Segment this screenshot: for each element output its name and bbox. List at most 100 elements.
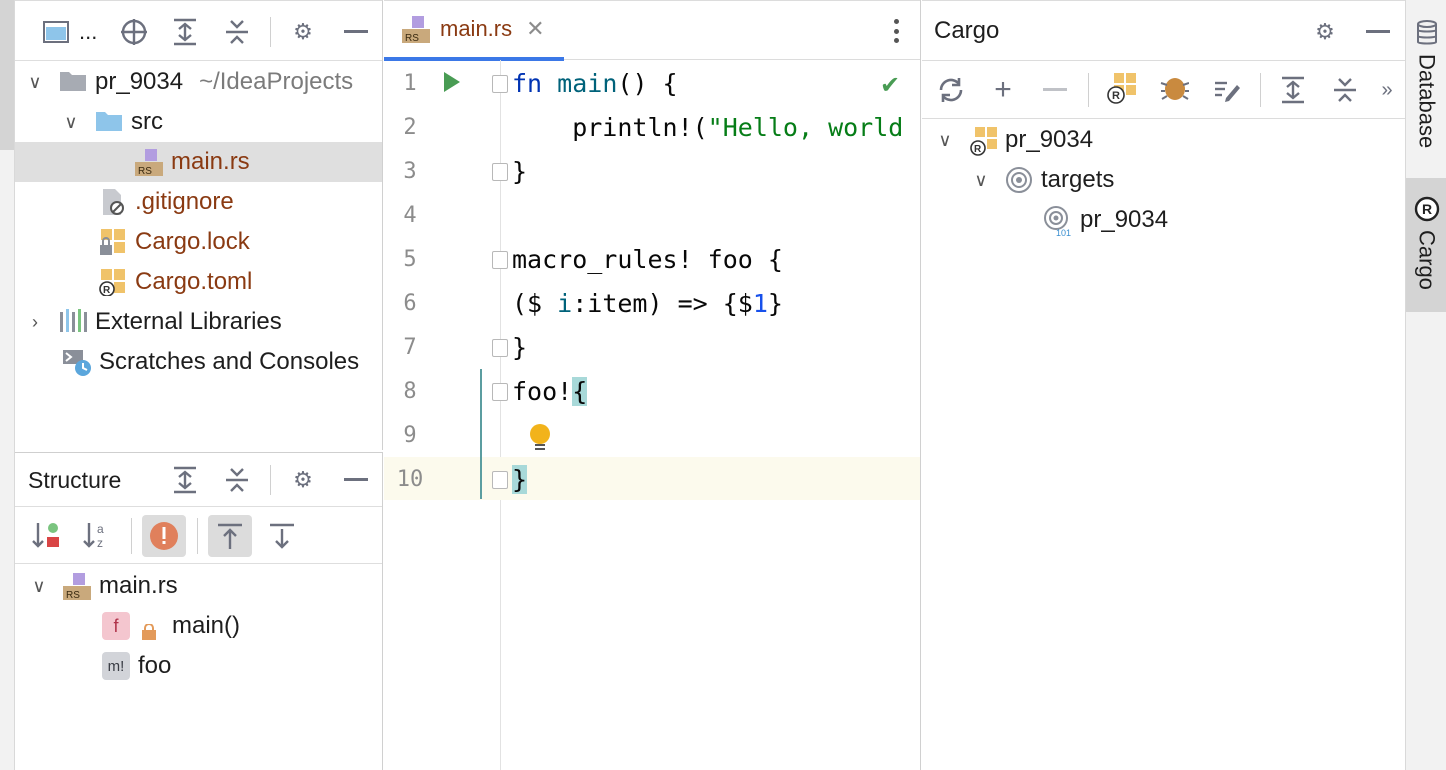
hide-panel-icon[interactable]: [341, 17, 371, 47]
code-line-1[interactable]: 1 fn main() { ✔: [384, 61, 920, 105]
show-errors-toggle[interactable]: [142, 515, 186, 557]
structure-item-foo-macro[interactable]: m! foo: [15, 646, 382, 686]
tree-item-gitignore[interactable]: .gitignore: [15, 182, 382, 222]
edit-settings-icon[interactable]: [1212, 75, 1242, 105]
tree-item-main-rs[interactable]: RS main.rs: [15, 142, 382, 182]
external-linter-icon[interactable]: [1159, 73, 1189, 103]
code-line-4[interactable]: 4: [384, 193, 920, 237]
toolbar-divider: [270, 17, 271, 47]
fold-marker[interactable]: [492, 339, 508, 357]
structure-item-main-fn[interactable]: f main(): [15, 606, 382, 646]
code-line-10[interactable]: 10 }: [384, 457, 920, 501]
chevron-down-icon[interactable]: ∨: [935, 130, 955, 150]
gitignore-label: .gitignore: [135, 188, 234, 215]
expand-all-icon[interactable]: [170, 17, 200, 47]
svg-text:R: R: [1112, 90, 1120, 102]
collapse-all-icon[interactable]: [222, 465, 252, 495]
fold-marker[interactable]: [492, 75, 508, 93]
fold-marker[interactable]: [492, 251, 508, 269]
cargo-tool-tab[interactable]: R Cargo: [1406, 178, 1446, 312]
expand-all-icon[interactable]: [1278, 75, 1308, 105]
tab-main-rs[interactable]: RS main.rs ✕: [384, 1, 564, 61]
svg-text:R: R: [1422, 201, 1432, 217]
chevron-right-icon[interactable]: ›: [25, 312, 45, 332]
collapse-all-icon[interactable]: [222, 17, 252, 47]
hide-panel-icon[interactable]: [1363, 17, 1393, 47]
editor-panel: RS main.rs ✕ 1 fn main() { ✔ 2 println!(…: [384, 0, 921, 770]
line-number: 2: [403, 114, 417, 140]
toolbar-divider: [197, 518, 198, 554]
chevron-down-icon[interactable]: ∨: [25, 72, 45, 92]
rust-file-icon: RS: [63, 572, 91, 601]
code-line-5[interactable]: 5 macro_rules! foo {: [384, 237, 920, 281]
tree-item-cargo-toml[interactable]: R Cargo.toml: [15, 262, 382, 302]
gear-icon[interactable]: ⚙: [1310, 17, 1340, 47]
code-text: macro_rules! foo {: [512, 244, 783, 274]
sort-by-visibility-icon[interactable]: [31, 520, 61, 550]
lock-file-icon: [99, 228, 127, 256]
hide-panel-icon[interactable]: [341, 465, 371, 495]
src-folder-label: src: [131, 108, 163, 135]
close-tab-icon[interactable]: ✕: [526, 16, 544, 42]
project-tool-tab[interactable]: [0, 0, 14, 150]
structure-header: Structure ⚙: [15, 453, 382, 507]
external-libraries-label: External Libraries: [95, 308, 282, 335]
structure-toolbar: az: [15, 508, 382, 564]
tree-item-external-libraries[interactable]: › External Libraries: [15, 302, 382, 342]
code-line-6[interactable]: 6 ($ i:item) => {$1}: [384, 281, 920, 325]
collapse-all-icon[interactable]: [1330, 75, 1360, 105]
gear-icon[interactable]: ⚙: [288, 17, 318, 47]
autoscroll-to-source-toggle[interactable]: [208, 515, 252, 557]
project-root-path: ~/IdeaProjects: [199, 68, 354, 95]
chevron-down-icon[interactable]: ∨: [61, 112, 81, 132]
chevron-down-icon[interactable]: ∨: [29, 576, 49, 596]
run-cargo-command-icon[interactable]: R: [1106, 73, 1136, 104]
libraries-icon: [59, 308, 87, 336]
code-line-2[interactable]: 2 println!("Hello, world: [384, 105, 920, 149]
cargo-tree-project[interactable]: ∨ R pr_9034: [922, 120, 1405, 160]
tree-item-scratches[interactable]: Scratches and Consoles: [15, 342, 382, 382]
gear-icon[interactable]: ⚙: [288, 465, 318, 495]
code-line-8[interactable]: 8 foo!{: [384, 369, 920, 413]
locate-file-icon[interactable]: [119, 17, 149, 47]
more-options-icon[interactable]: [886, 15, 906, 47]
database-tool-tab[interactable]: Database: [1406, 20, 1446, 170]
add-icon[interactable]: +: [988, 73, 1018, 106]
structure-main-label: main(): [172, 612, 241, 639]
structure-item-file[interactable]: ∨ RS main.rs: [15, 566, 382, 606]
cargo-tree-target-binary[interactable]: 101 pr_9034: [922, 200, 1405, 240]
project-view-icon[interactable]: [41, 17, 71, 47]
expand-all-icon[interactable]: [170, 465, 200, 495]
cargo-lock-label: Cargo.lock: [135, 228, 250, 255]
ignore-file-icon: [99, 188, 127, 216]
code-text: }: [512, 156, 528, 186]
refresh-icon[interactable]: [936, 75, 966, 105]
chevron-down-icon[interactable]: ∨: [971, 170, 991, 190]
code-line-7[interactable]: 7 }: [384, 325, 920, 369]
svg-text:z: z: [97, 536, 103, 550]
scratches-icon: [63, 348, 91, 376]
intention-bulb-icon[interactable]: [528, 423, 552, 458]
check-icon[interactable]: ✔: [880, 71, 900, 100]
tree-item-project-root[interactable]: ∨ pr_9034 ~/IdeaProjects: [15, 62, 382, 102]
rust-file-icon: RS: [402, 15, 430, 44]
cargo-tree-targets[interactable]: ∨ targets: [922, 160, 1405, 200]
remove-icon[interactable]: [1040, 75, 1070, 105]
code-line-9[interactable]: 9: [384, 413, 920, 457]
project-view-title[interactable]: ...: [79, 19, 97, 45]
autoscroll-from-source-icon[interactable]: [267, 521, 297, 551]
tree-item-cargo-lock[interactable]: Cargo.lock: [15, 222, 382, 262]
structure-title: Structure: [28, 467, 122, 493]
cargo-toml-label: Cargo.toml: [135, 268, 253, 295]
fold-marker[interactable]: [492, 471, 508, 489]
code-line-3[interactable]: 3 }: [384, 149, 920, 193]
fold-marker[interactable]: [492, 163, 508, 181]
tree-item-src[interactable]: ∨ src: [15, 102, 382, 142]
line-number: 8: [403, 378, 417, 404]
more-actions-chevron-icon[interactable]: »: [1372, 75, 1402, 105]
code-text: }: [512, 332, 528, 362]
fold-marker[interactable]: [492, 383, 508, 401]
run-icon[interactable]: [442, 70, 462, 99]
sort-alphabetically-icon[interactable]: az: [82, 520, 112, 550]
line-number: 10: [396, 466, 424, 492]
